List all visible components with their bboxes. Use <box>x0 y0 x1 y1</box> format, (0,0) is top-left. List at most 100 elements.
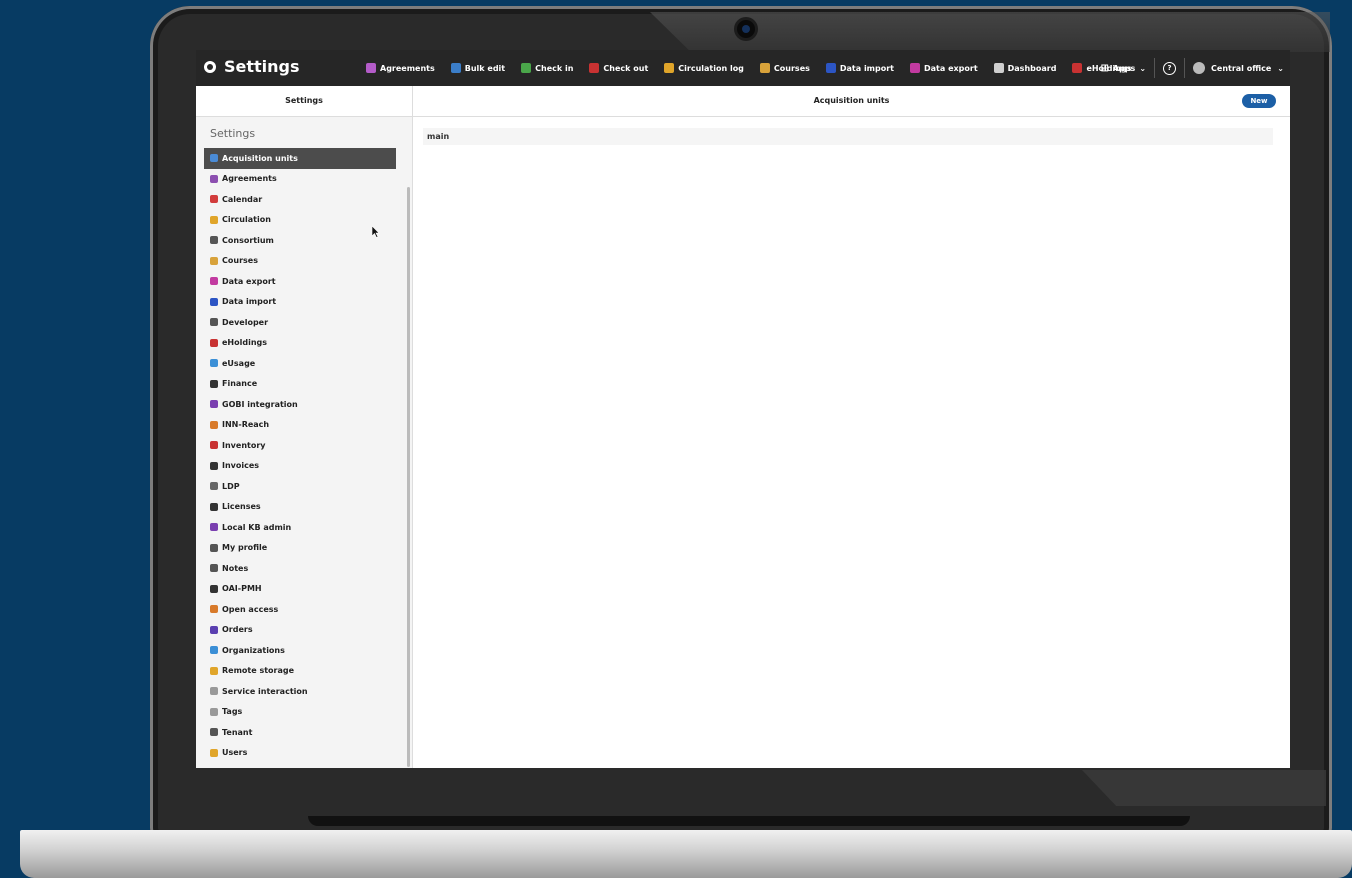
app-link-label: Bulk edit <box>464 63 506 73</box>
sidebar-item-open-access[interactable]: Open access <box>204 599 396 620</box>
sidebar-item-tags[interactable]: Tags <box>204 702 396 723</box>
app-link-bulk-edit[interactable]: Bulk edit <box>443 50 513 86</box>
sidebar-item-my-profile[interactable]: My profile <box>204 538 396 559</box>
app-link-data-export[interactable]: Data export <box>902 50 986 86</box>
sidebar-item-eholdings[interactable]: eHoldings <box>204 333 396 354</box>
service-interaction-icon <box>210 687 218 696</box>
sidebar-item-ldp[interactable]: LDP <box>204 476 396 497</box>
dashboard-icon <box>993 63 1004 73</box>
data-import-icon <box>210 297 218 306</box>
app-link-data-import[interactable]: Data import <box>818 50 902 86</box>
laptop-hinge <box>308 816 1190 826</box>
sidebar-item-users[interactable]: Users <box>204 743 396 764</box>
sidebar-item-label: My profile <box>222 543 268 553</box>
sidebar-item-organizations[interactable]: Organizations <box>204 640 396 661</box>
licenses-icon <box>210 502 218 511</box>
sidebar-item-notes[interactable]: Notes <box>204 558 396 579</box>
invoices-icon <box>210 461 218 470</box>
data-import-icon <box>825 63 836 73</box>
organizations-icon <box>210 646 218 655</box>
app-link-check-out[interactable]: Check out <box>581 50 656 86</box>
sidebar-item-inn-reach[interactable]: INN-Reach <box>204 415 396 436</box>
sidebar-item-label: Organizations <box>222 645 285 655</box>
sidebar-item-label: Courses <box>222 256 258 266</box>
sidebar-item-label: Data import <box>222 297 277 307</box>
app-link-circulation-log[interactable]: Circulation log <box>656 50 752 86</box>
consortium-icon <box>210 236 218 245</box>
check-out-icon <box>589 63 600 73</box>
sidebar-item-agreements[interactable]: Agreements <box>204 169 396 190</box>
sidebar-item-label: Invoices <box>222 461 260 471</box>
sidebar-item-oai-pmh[interactable]: OAI-PMH <box>204 579 396 600</box>
sidebar-item-inventory[interactable]: Inventory <box>204 435 396 456</box>
sidebar-item-remote-storage[interactable]: Remote storage <box>204 661 396 682</box>
app-link-label: Courses <box>773 63 810 73</box>
finance-icon <box>210 379 218 388</box>
new-button[interactable]: New <box>1242 94 1276 108</box>
sidebar-scrollbar[interactable] <box>407 187 410 767</box>
sidebar-item-circulation[interactable]: Circulation <box>204 210 396 231</box>
acquisition-units-pane-header: Acquisition units New <box>413 86 1290 117</box>
user-menu-button[interactable]: Central office ⌄ <box>1193 62 1284 74</box>
topbar-right-controls: ⊞ Apps ⌄ ? Central office ⌄ <box>1101 50 1284 86</box>
sidebar-item-licenses[interactable]: Licenses <box>204 497 396 518</box>
oai-pmh-icon <box>210 584 218 593</box>
app-link-label: Check out <box>603 63 649 73</box>
pane-title: Acquisition units <box>813 96 890 105</box>
apps-menu-button[interactable]: ⊞ Apps ⌄ <box>1101 63 1147 74</box>
app-link-label: Data import <box>839 63 895 73</box>
grid-icon: ⊞ <box>1100 62 1109 74</box>
sidebar-item-orders[interactable]: Orders <box>204 620 396 641</box>
sidebar-item-tenant[interactable]: Tenant <box>204 722 396 743</box>
eholdings-icon <box>1072 63 1083 73</box>
app-link-label: Agreements <box>380 63 435 73</box>
sidebar-item-invoices[interactable]: Invoices <box>204 456 396 477</box>
sidebar-item-gobi-integration[interactable]: GOBI integration <box>204 394 396 415</box>
top-navigation-bar: Settings Agreements Bulk edit Check in Chec… <box>196 50 1290 86</box>
app-title[interactable]: Settings <box>204 57 300 76</box>
sidebar-item-data-export[interactable]: Data export <box>204 271 396 292</box>
app-link-agreements[interactable]: Agreements <box>358 50 443 86</box>
app-link-courses[interactable]: Courses <box>752 50 818 86</box>
sidebar-item-data-import[interactable]: Data import <box>204 292 396 313</box>
sidebar-item-eusage[interactable]: eUsage <box>204 353 396 374</box>
sidebar-item-label: eUsage <box>222 358 256 368</box>
sidebar-item-developer[interactable]: Developer <box>204 312 396 333</box>
help-icon[interactable]: ? <box>1163 61 1177 75</box>
sidebar-item-label: Licenses <box>222 502 261 512</box>
gobi-integration-icon <box>210 400 218 409</box>
courses-icon <box>210 256 218 265</box>
sidebar-item-calendar[interactable]: Calendar <box>204 189 396 210</box>
app-screen: Settings Agreements Bulk edit Check in Chec… <box>196 50 1290 768</box>
list-item[interactable]: main <box>423 128 1273 145</box>
user-menu-label: Central office <box>1211 63 1272 73</box>
sidebar-item-label: Tenant <box>222 727 253 737</box>
sidebar-item-label: Calendar <box>222 194 263 204</box>
app-link-check-in[interactable]: Check in <box>513 50 581 86</box>
tenant-icon <box>210 728 218 737</box>
sidebar-item-consortium[interactable]: Consortium <box>204 230 396 251</box>
sidebar-item-finance[interactable]: Finance <box>204 374 396 395</box>
agreements-icon <box>210 174 218 183</box>
sidebar-item-label: INN-Reach <box>222 420 270 430</box>
tags-icon <box>210 707 218 716</box>
app-link-dashboard[interactable]: Dashboard <box>986 50 1065 86</box>
data-export-icon <box>910 63 921 73</box>
sidebar-title: Settings <box>210 127 256 140</box>
orders-icon <box>210 625 218 634</box>
sidebar-item-label: Users <box>222 748 248 758</box>
webcam-icon <box>737 20 755 38</box>
sidebar-item-label: Notes <box>222 563 249 573</box>
settings-app-icon <box>204 60 216 73</box>
sidebar-item-acquisition-units[interactable]: Acquisition units <box>204 148 396 169</box>
lid-glare-bottom <box>1082 770 1326 806</box>
divider <box>1154 58 1156 78</box>
courses-icon <box>759 63 770 73</box>
sidebar-item-service-interaction[interactable]: Service interaction <box>204 681 396 702</box>
app-link-label: Data export <box>924 63 978 73</box>
calendar-icon <box>210 195 218 204</box>
sidebar-item-courses[interactable]: Courses <box>204 251 396 272</box>
my-profile-icon <box>210 543 218 552</box>
sidebar-item-local-kb-admin[interactable]: Local KB admin <box>204 517 396 538</box>
inn-reach-icon <box>210 420 218 429</box>
